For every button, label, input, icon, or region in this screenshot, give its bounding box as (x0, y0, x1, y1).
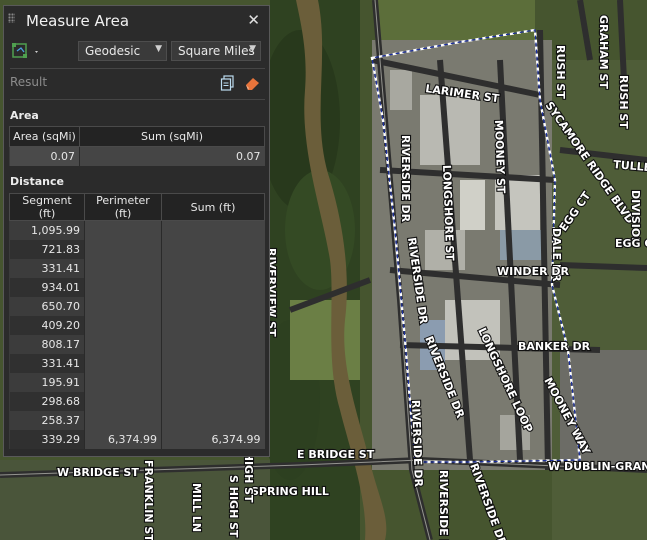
drag-grip-icon[interactable] (8, 13, 15, 23)
measure-toolbar: Geodesic ▼ Square Miles ▼ (4, 40, 269, 64)
segment-value: 409.20 (9, 316, 85, 335)
eraser-icon (246, 78, 259, 90)
map-label: RUSH ST (617, 75, 630, 129)
method-value: Geodesic (85, 44, 141, 58)
sum-header[interactable]: Sum (ft) (161, 193, 265, 221)
divider (10, 99, 265, 100)
perimeter-value (84, 411, 162, 430)
result-label: Result (10, 75, 48, 89)
area-section-label: Area (10, 109, 39, 122)
map-label: MILL LN (190, 483, 203, 532)
segment-value: 721.83 (9, 240, 85, 259)
perimeter-value (84, 373, 162, 392)
table-row: 331.41 (9, 354, 265, 373)
measure-mode-button[interactable] (11, 42, 41, 62)
segment-value: 195.91 (9, 373, 85, 392)
close-button[interactable]: ✕ (247, 11, 260, 29)
area-sum-value: 0.07 (79, 146, 265, 166)
sum-value (161, 354, 265, 373)
table-row: 0.07 0.07 (9, 146, 265, 166)
panel-title: Measure Area (26, 12, 130, 30)
sum-value (161, 411, 265, 430)
map-label: W BRIDGE ST (57, 466, 139, 479)
copy-button[interactable] (220, 75, 236, 91)
perimeter-value (84, 240, 162, 259)
table-row: 934.01 (9, 278, 265, 297)
table-row: 808.17 (9, 335, 265, 354)
area-table: Area (sqMi) Sum (sqMi) 0.07 0.07 (9, 126, 265, 166)
table-row: 258.37 (9, 411, 265, 430)
perimeter-value (84, 335, 162, 354)
map-label: RIVERSIDE DR (399, 135, 412, 223)
table-row: 331.41 (9, 259, 265, 278)
table-row: 339.29 6,374.99 6,374.99 (9, 430, 265, 449)
segment-header[interactable]: Segment (ft) (9, 193, 85, 221)
perimeter-header[interactable]: Perimeter (ft) (84, 193, 162, 221)
segment-value: 298.68 (9, 392, 85, 411)
map-label: FRANKLIN ST (142, 460, 155, 540)
map-label: W DUBLIN-GRAN (548, 460, 647, 473)
perimeter-value (84, 220, 162, 240)
perimeter-value (84, 278, 162, 297)
segment-value: 934.01 (9, 278, 85, 297)
perimeter-value (84, 259, 162, 278)
map-label: E BRIDGE ST (297, 448, 375, 461)
sum-value (161, 240, 265, 259)
segment-value: 650.70 (9, 297, 85, 316)
map-label: S HIGH ST (227, 475, 240, 538)
copy-icon (220, 75, 234, 91)
sum-value (161, 278, 265, 297)
measure-area-panel: Measure Area ✕ Geodesic ▼ Square Miles ▼… (3, 5, 270, 457)
sum-value (161, 259, 265, 278)
perimeter-value (84, 297, 162, 316)
segment-value: 808.17 (9, 335, 85, 354)
method-dropdown[interactable]: Geodesic ▼ (78, 41, 167, 61)
segment-value: 331.41 (9, 259, 85, 278)
sum-value (161, 392, 265, 411)
map-label: WINDER DR (497, 265, 570, 278)
panel-titlebar[interactable]: Measure Area ✕ (4, 6, 269, 37)
perimeter-value (84, 392, 162, 411)
map-label: BANKER DR (518, 340, 591, 353)
perimeter-value (84, 316, 162, 335)
distance-section-label: Distance (10, 175, 64, 188)
table-row: 1,095.99 (9, 220, 265, 240)
perimeter-value (84, 354, 162, 373)
table-row: 721.83 (9, 240, 265, 259)
chevron-down-icon: ▼ (249, 44, 256, 54)
map-label: RIVERSIDE DR (437, 470, 450, 540)
segment-value: 331.41 (9, 354, 85, 373)
sum-value (161, 316, 265, 335)
segment-value: 258.37 (9, 411, 85, 430)
segment-value: 339.29 (9, 430, 85, 449)
sum-value (161, 297, 265, 316)
perimeter-value: 6,374.99 (84, 430, 162, 449)
clear-button[interactable] (244, 75, 260, 91)
table-row: 650.70 (9, 297, 265, 316)
area-header[interactable]: Area (sqMi) (9, 126, 80, 147)
sum-header[interactable]: Sum (sqMi) (79, 126, 265, 147)
units-dropdown[interactable]: Square Miles ▼ (171, 41, 261, 61)
sum-value (161, 335, 265, 354)
sum-value: 6,374.99 (161, 430, 265, 449)
chevron-down-icon: ▼ (155, 44, 162, 54)
distance-table: Segment (ft) Perimeter (ft) Sum (ft) 1,0… (9, 193, 265, 449)
table-row: 409.20 (9, 316, 265, 335)
sum-value (161, 373, 265, 392)
divider (10, 68, 265, 69)
sum-value (161, 220, 265, 240)
map-label: EGG CT (615, 237, 647, 250)
map-label: RUSH ST (554, 45, 567, 99)
map-label: GRAHAM ST (597, 15, 610, 89)
map-label: MOONEY ST (492, 120, 508, 194)
area-value: 0.07 (9, 146, 80, 166)
map-label: SPRING HILL (251, 485, 329, 498)
table-row: 298.68 (9, 392, 265, 411)
units-value: Square Miles (178, 44, 255, 58)
segment-value: 1,095.99 (9, 220, 85, 240)
polygon-tool-icon (12, 43, 38, 58)
table-row: 195.91 (9, 373, 265, 392)
result-header: Result (4, 72, 269, 94)
